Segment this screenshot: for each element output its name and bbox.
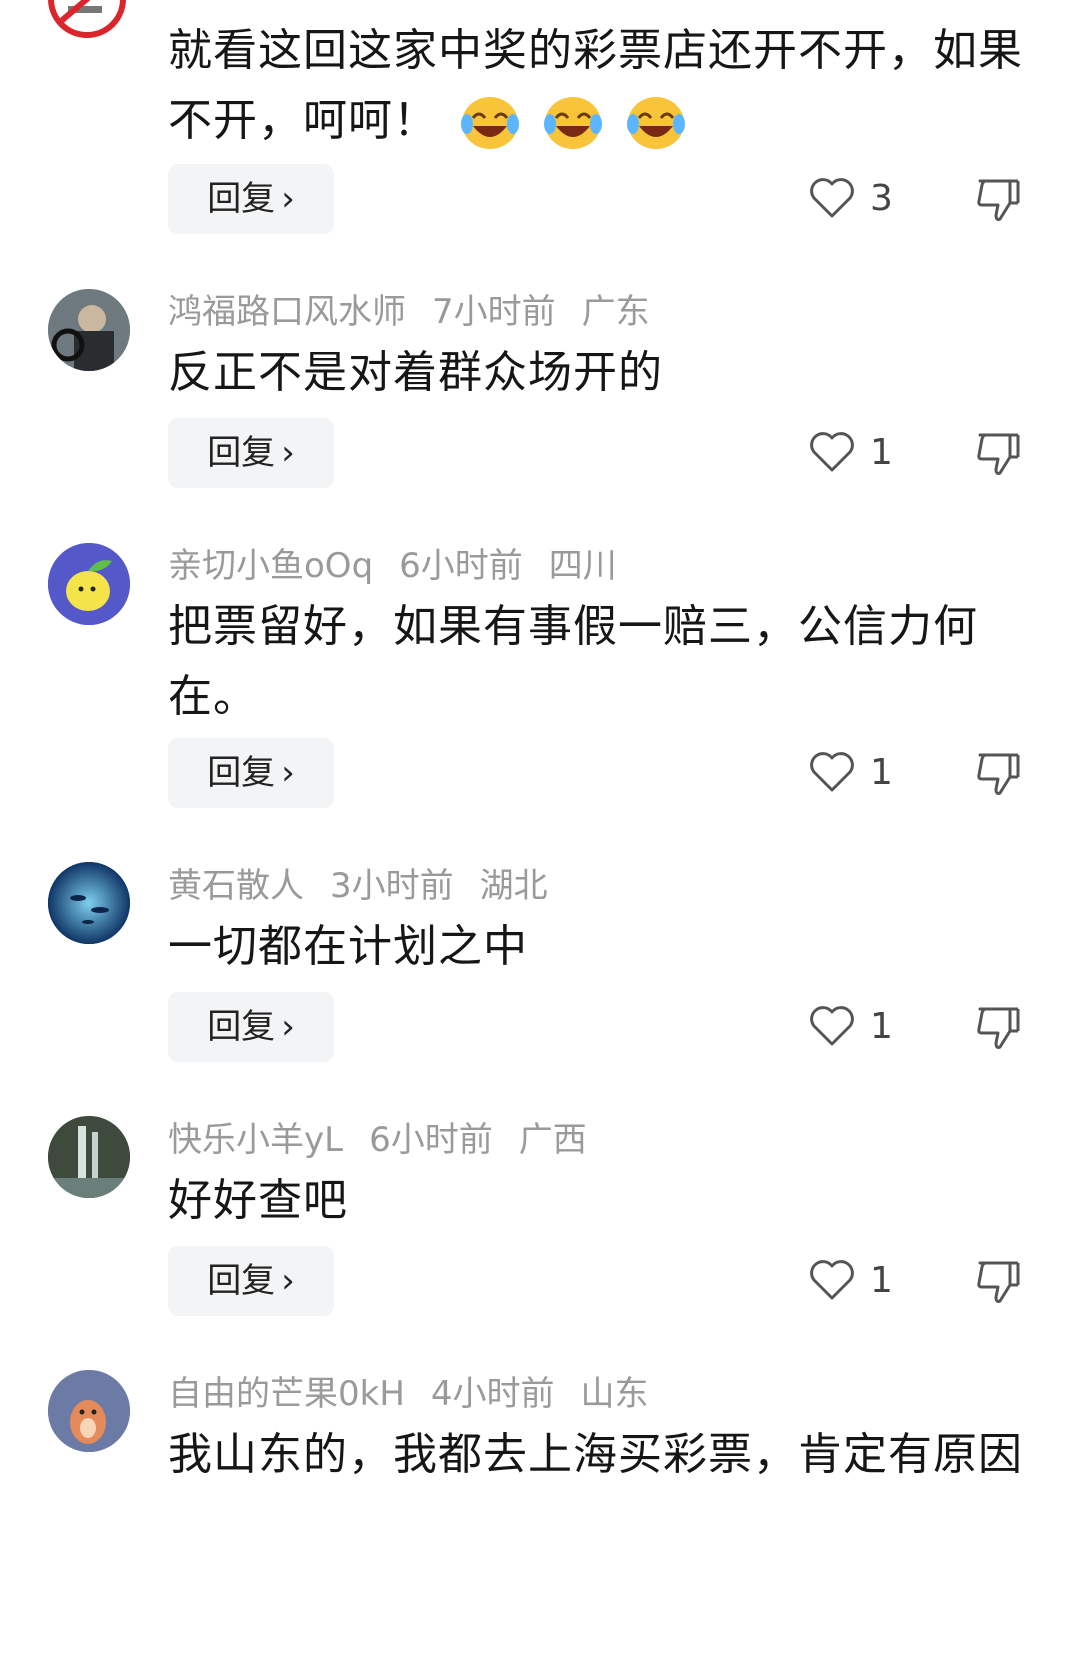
username[interactable]: 自由的芒果0kH <box>168 1374 405 1414</box>
comment-meta: 鸿福路口风水师 7小时前 广东 <box>168 292 676 332</box>
comment-text: 一切都在计划之中 <box>168 921 528 972</box>
comment-text: 好好查吧 <box>168 1175 348 1226</box>
timestamp: 6小时前 <box>399 546 523 586</box>
laughing-crying-emoji-icon <box>544 97 602 149</box>
timestamp: 6小时前 <box>369 1120 493 1160</box>
comment-meta: 自由的芒果0kH 4小时前 山东 <box>168 1374 675 1414</box>
thumbs-down-icon[interactable] <box>974 175 1024 225</box>
reply-button[interactable]: 回复 › <box>168 418 334 488</box>
location: 广东 <box>581 292 650 332</box>
avatar[interactable] <box>48 1116 130 1198</box>
location: 湖北 <box>479 866 548 906</box>
reply-button[interactable]: 回复 › <box>168 992 334 1062</box>
heart-outline-icon <box>810 1006 854 1046</box>
laughing-crying-emoji-icon <box>627 97 685 149</box>
like-count: 1 <box>870 431 893 473</box>
chevron-right-icon: › <box>281 1007 295 1047</box>
creature-avatar-image <box>48 1370 130 1452</box>
comment-text: 就看这回这家中奖的彩票店还开不开，如果不开，呵呵！ <box>168 16 1038 156</box>
reply-button[interactable]: 回复 › <box>168 1246 334 1316</box>
avatar[interactable] <box>48 1370 130 1452</box>
no-smoking-icon <box>58 0 102 25</box>
comment-meta: 黄石散人 3小时前 湖北 <box>168 866 574 906</box>
chevron-right-icon: › <box>281 433 295 473</box>
heart-outline-icon <box>810 1260 854 1300</box>
waterfall-avatar-image <box>48 1116 130 1198</box>
like-button[interactable]: 3 <box>808 168 893 228</box>
thumbs-down-icon[interactable] <box>974 429 1024 479</box>
timestamp: 4小时前 <box>430 1374 555 1414</box>
username[interactable]: 鸿福路口风水师 <box>168 292 406 332</box>
like-button[interactable]: 1 <box>808 1250 893 1310</box>
like-button[interactable]: 1 <box>808 996 893 1056</box>
location: 山东 <box>580 1374 649 1414</box>
thumbs-down-icon[interactable] <box>974 1003 1024 1053</box>
like-button[interactable]: 1 <box>808 422 893 482</box>
heart-outline-icon <box>810 432 854 472</box>
avatar[interactable] <box>48 0 126 38</box>
like-count: 1 <box>870 1005 893 1047</box>
chevron-right-icon: › <box>281 1261 295 1301</box>
comment-text: 我山东的，我都去上海买彩票，肯定有原因 <box>168 1429 1023 1480</box>
username[interactable]: 黄石散人 <box>168 866 304 906</box>
heart-outline-icon <box>810 178 854 218</box>
location: 四川 <box>548 546 617 586</box>
avatar[interactable] <box>48 862 130 944</box>
comment-text: 把票留好，如果有事假一赔三，公信力何在。 <box>168 601 978 722</box>
username[interactable]: 快乐小羊yL <box>168 1120 343 1160</box>
username[interactable]: 亲切小鱼oOq <box>168 546 373 586</box>
timestamp: 7小时前 <box>432 292 556 332</box>
reply-button[interactable]: 回复 › <box>168 164 334 234</box>
lemon-avatar-image <box>48 543 130 625</box>
timestamp: 3小时前 <box>330 866 454 906</box>
like-count: 1 <box>870 751 893 793</box>
like-count: 3 <box>870 177 893 219</box>
heart-outline-icon <box>810 752 854 792</box>
chevron-right-icon: › <box>281 179 295 219</box>
driver-avatar-image <box>48 289 130 371</box>
like-count: 1 <box>870 1259 893 1301</box>
thumbs-down-icon[interactable] <box>974 749 1024 799</box>
location: 广西 <box>518 1120 587 1160</box>
chevron-right-icon: › <box>281 753 295 793</box>
underwater-avatar-image <box>48 862 130 944</box>
thumbs-down-icon[interactable] <box>974 1257 1024 1307</box>
laughing-crying-emoji-icon <box>461 97 519 149</box>
comment-meta: 快乐小羊yL 6小时前 广西 <box>168 1120 613 1160</box>
comment-meta: 亲切小鱼oOq 6小时前 四川 <box>168 546 643 586</box>
reply-button[interactable]: 回复 › <box>168 738 334 808</box>
comment-text: 反正不是对着群众场开的 <box>168 347 663 398</box>
avatar[interactable] <box>48 543 130 625</box>
like-button[interactable]: 1 <box>808 742 893 802</box>
avatar[interactable] <box>48 289 130 371</box>
